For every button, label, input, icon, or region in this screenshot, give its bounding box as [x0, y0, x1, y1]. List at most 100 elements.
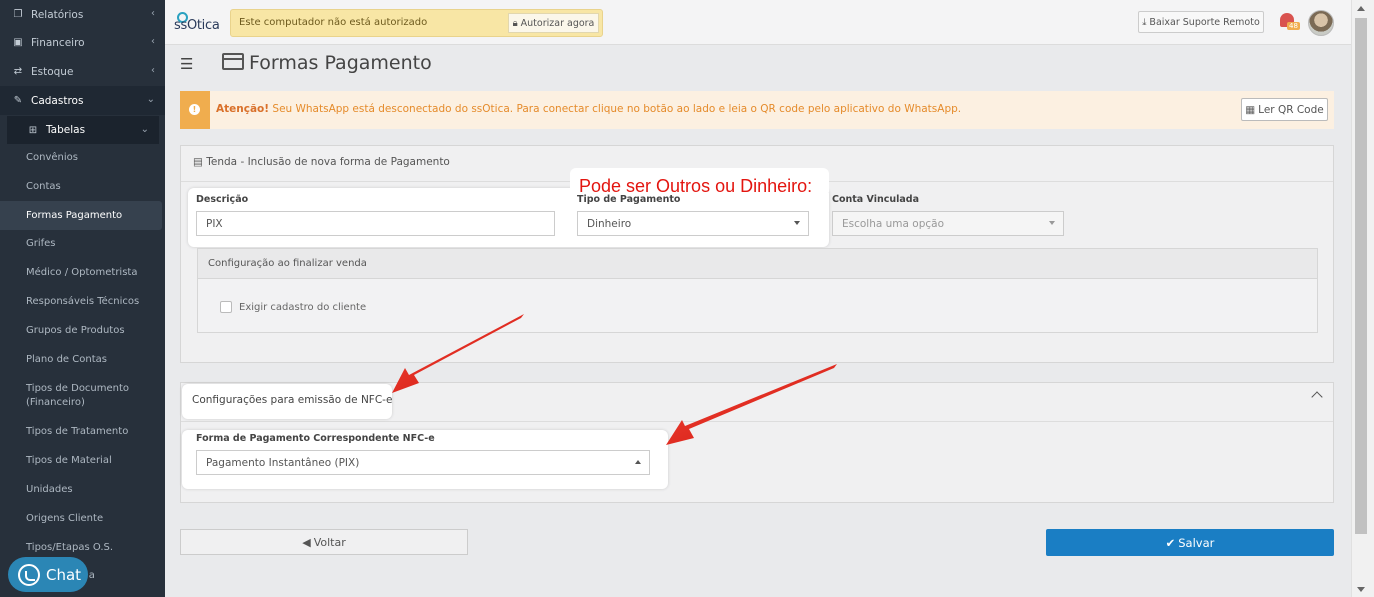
scroll-thumb[interactable]	[1355, 18, 1367, 534]
sidebar-subitem-label: Tipos/Etapas O.S.	[26, 542, 114, 553]
sidebar-subitem-label: Grupos de Produtos	[26, 325, 125, 336]
annotation-text: Pode ser Outros ou Dinheiro:	[579, 176, 813, 196]
sidebar-subitem-grupos[interactable]: Grupos de Produtos	[0, 324, 165, 338]
descricao-input[interactable]: PIX	[196, 211, 555, 236]
back-button[interactable]: ◀ Voltar	[180, 529, 468, 555]
config-panel: Configuração ao finalizar venda Exigir c…	[197, 248, 1318, 333]
download-icon: ⤓	[1142, 16, 1147, 28]
notification-badge: 48	[1287, 22, 1300, 30]
sidebar-subitem-tipos-material[interactable]: Tipos de Material	[0, 454, 165, 468]
caret-down-icon	[794, 221, 800, 225]
lock-icon: 🔒︎	[512, 17, 518, 29]
divider	[181, 421, 1333, 422]
conta-label: Conta Vinculada	[832, 194, 919, 205]
chevron-left-icon: ‹	[151, 65, 155, 76]
sidebar-item-label: Estoque	[31, 65, 74, 78]
qrcode-icon: ▦	[1245, 103, 1256, 116]
alert-message: Atenção! Seu WhatsApp está desconectado …	[216, 103, 961, 115]
page-header: ☰ Formas Pagamento	[165, 45, 1351, 81]
sidebar-subitem-label: Responsáveis Técnicos	[26, 296, 140, 307]
sidebar-subitem-formas-pagamento[interactable]: Formas Pagamento	[0, 201, 162, 230]
sidebar-subitem-tipos-etapas[interactable]: Tipos/Etapas O.S.	[0, 541, 165, 555]
sidebar-item-label: Tabelas	[46, 124, 86, 136]
authorize-label: Autorizar agora	[520, 17, 595, 29]
chevron-down-icon: ⌄	[146, 94, 155, 105]
chevron-left-icon: ‹	[151, 36, 155, 47]
sidebar-subitem-label: Médico / Optometrista	[26, 267, 138, 278]
money-icon: ▣	[13, 37, 23, 48]
sidebar-subitem-origens[interactable]: Origens Cliente	[0, 512, 165, 526]
sidebar-subitem-convenios[interactable]: Convênios	[0, 151, 165, 165]
sidebar-subitem-label: Grifes	[26, 238, 56, 249]
sidebar-subitem-tipos-documento[interactable]: Tipos de Documento (Financeiro)	[0, 382, 140, 410]
conta-placeholder: Escolha uma opção	[842, 218, 945, 230]
sidebar-item-relatorios[interactable]: ❐ Relatórios ‹	[0, 0, 165, 29]
read-qr-button[interactable]: ▦ Ler QR Code	[1241, 98, 1328, 121]
sidebar-subitem-tipos-tratamento[interactable]: Tipos de Tratamento	[0, 425, 165, 439]
sidebar-subitem-label: Tipos de Documento (Financeiro)	[26, 383, 130, 408]
table-icon: ⊞	[28, 124, 38, 136]
sidebar-subitem-label: Formas Pagamento	[26, 209, 123, 221]
descricao-label: Descrição	[196, 194, 249, 205]
caret-down-icon	[1049, 221, 1055, 225]
auth-message: Este computador não está autorizado	[239, 17, 428, 28]
topbar: ssOtica Este computador não está autoriz…	[165, 0, 1351, 45]
alert-strong: Atenção!	[216, 103, 270, 115]
config-title: Configuração ao finalizar venda	[208, 258, 367, 269]
sidebar-subitem-medico[interactable]: Médico / Optometrista	[0, 266, 165, 280]
chevron-down-icon: ⌄	[140, 124, 149, 135]
sidebar-subitem-plano[interactable]: Plano de Contas	[0, 353, 165, 367]
sidebar-subitem-label: Origens Cliente	[26, 513, 104, 524]
sidebar-item-financeiro[interactable]: ▣ Financeiro ‹	[0, 28, 165, 57]
auth-banner: Este computador não está autorizado 🔒︎ A…	[230, 9, 603, 37]
chat-button[interactable]: Chat	[8, 557, 88, 592]
sidebar-subitem-contas[interactable]: Contas	[0, 180, 165, 194]
logo[interactable]: ssOtica	[174, 10, 222, 36]
building-icon: ▤	[193, 156, 207, 168]
tipo-select[interactable]: Dinheiro	[577, 211, 809, 236]
nfce-header-title[interactable]: Configurações para emissão de NFC-e	[192, 394, 392, 406]
caret-up-icon	[635, 460, 641, 464]
check-icon: ✔	[1165, 535, 1176, 550]
remote-support-label: Baixar Suporte Remoto	[1149, 16, 1260, 28]
menu-toggle-icon[interactable]: ☰	[180, 55, 193, 73]
sidebar-subitem-label: Convênios	[26, 152, 78, 163]
sidebar-item-estoque[interactable]: ⇄ Estoque ‹	[0, 57, 165, 86]
exchange-icon: ⇄	[13, 66, 23, 77]
conta-select[interactable]: Escolha uma opção	[832, 211, 1064, 236]
sidebar-subitem-label: Tipos de Tratamento	[26, 426, 129, 437]
sidebar-item-label: Financeiro	[31, 36, 85, 49]
nfce-label: Forma de Pagamento Correspondente NFC-e	[196, 433, 435, 444]
notifications-button[interactable]: 48	[1278, 10, 1300, 32]
sidebar-subitem-label: Tipos de Material	[26, 455, 112, 466]
warning-icon: !	[189, 104, 200, 115]
exigir-label: Exigir cadastro do cliente	[239, 302, 367, 313]
sidebar-subitem-responsaveis[interactable]: Responsáveis Técnicos	[0, 295, 165, 309]
back-label: Voltar	[313, 535, 346, 549]
sidebar-item-tabelas[interactable]: ⊞ Tabelas ⌄	[7, 116, 159, 144]
sidebar-subitem-label: Plano de Contas	[26, 354, 107, 365]
save-button[interactable]: ✔ Salvar	[1046, 529, 1334, 556]
exigir-checkbox[interactable]	[220, 301, 232, 313]
scroll-down-icon[interactable]	[1357, 587, 1365, 592]
sidebar: ❐ Relatórios ‹ ▣ Financeiro ‹ ⇄ Estoque …	[0, 0, 165, 597]
avatar[interactable]	[1308, 10, 1334, 36]
page-scrollbar[interactable]	[1351, 0, 1374, 597]
edit-icon: ✎	[13, 95, 23, 106]
nfce-value: Pagamento Instantâneo (PIX)	[206, 457, 360, 469]
sidebar-item-cadastros[interactable]: ✎ Cadastros ⌄	[0, 86, 165, 115]
scroll-up-icon[interactable]	[1357, 6, 1365, 11]
sidebar-subitem-label: Contas	[26, 181, 61, 192]
read-qr-label: Ler QR Code	[1258, 103, 1324, 116]
sidebar-item-label: Relatórios	[31, 8, 84, 21]
nfce-select[interactable]: Pagamento Instantâneo (PIX)	[196, 450, 650, 475]
chevron-up-icon[interactable]	[1311, 391, 1323, 403]
sidebar-subitem-unidades[interactable]: Unidades	[0, 483, 165, 497]
authorize-button[interactable]: 🔒︎ Autorizar agora	[508, 13, 599, 33]
remote-support-button[interactable]: ⤓ Baixar Suporte Remoto	[1138, 11, 1264, 33]
arrow-left-circle-icon: ◀	[302, 535, 311, 549]
descricao-value: PIX	[206, 218, 223, 230]
sidebar-subitem-grifes[interactable]: Grifes	[0, 237, 165, 251]
panel-title-text: Tenda - Inclusão de nova forma de Pagame…	[206, 156, 450, 168]
logo-text: ssOtica	[174, 18, 220, 33]
